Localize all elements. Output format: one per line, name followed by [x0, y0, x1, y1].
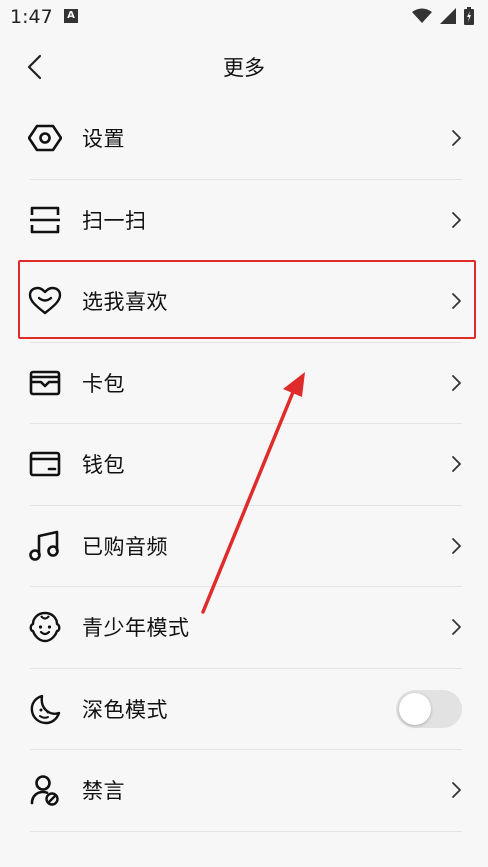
menu-item-label: 卡包	[82, 371, 125, 396]
dark-mode-toggle[interactable]	[396, 689, 462, 728]
child-face-icon	[28, 610, 62, 644]
chevron-right-icon	[446, 210, 466, 230]
menu-item-wallet[interactable]: 钱包	[28, 424, 462, 506]
toggle-knob	[399, 692, 431, 725]
wifi-icon	[412, 8, 432, 28]
menu-item-teen-mode[interactable]: 青少年模式	[28, 587, 462, 669]
status-bar: 1:47 A	[0, 0, 488, 34]
heart-icon	[28, 284, 62, 318]
menu-item-card-wallet[interactable]: 卡包	[28, 343, 462, 424]
music-note-icon	[28, 529, 62, 563]
menu-item-mute[interactable]: 禁言	[30, 750, 462, 832]
menu-item-favorites[interactable]: 选我喜欢	[28, 261, 462, 343]
chevron-right-icon	[446, 373, 466, 393]
chevron-right-icon	[446, 536, 466, 556]
more-menu-list: 设置 扫一扫 选我喜欢 卡包 钱包 已购音频 青少年模式 深色模式 禁言	[28, 98, 462, 832]
moon-face-icon	[28, 692, 62, 726]
menu-item-label: 选我喜欢	[82, 290, 168, 315]
card-wallet-icon	[28, 366, 62, 400]
chevron-right-icon	[446, 454, 466, 474]
menu-item-label: 钱包	[82, 453, 125, 478]
settings-icon	[28, 121, 62, 155]
menu-item-scan[interactable]: 扫一扫	[28, 180, 462, 261]
menu-item-purchased-audio[interactable]: 已购音频	[28, 506, 462, 587]
chevron-right-icon	[446, 128, 466, 148]
menu-item-label: 禁言	[82, 779, 125, 804]
menu-item-dark-mode: 深色模式	[28, 669, 462, 750]
status-icons	[412, 7, 474, 29]
menu-item-label: 设置	[82, 127, 125, 152]
menu-item-label: 青少年模式	[82, 616, 190, 641]
chevron-right-icon	[446, 780, 466, 800]
chevron-right-icon	[446, 291, 466, 311]
user-mute-icon	[28, 773, 62, 807]
menu-item-label: 已购音频	[82, 534, 168, 559]
menu-item-label: 深色模式	[82, 697, 168, 722]
chevron-right-icon	[446, 617, 466, 637]
header: 更多	[0, 34, 488, 98]
menu-item-label: 扫一扫	[82, 208, 147, 233]
battery-icon	[464, 7, 474, 29]
menu-item-settings[interactable]: 设置	[28, 98, 462, 180]
page-title: 更多	[223, 56, 265, 80]
wallet-icon	[28, 447, 62, 481]
status-time: 1:47	[10, 6, 53, 28]
signal-icon	[440, 8, 456, 28]
scan-icon	[28, 203, 62, 237]
notification-a-icon: A	[64, 9, 78, 23]
